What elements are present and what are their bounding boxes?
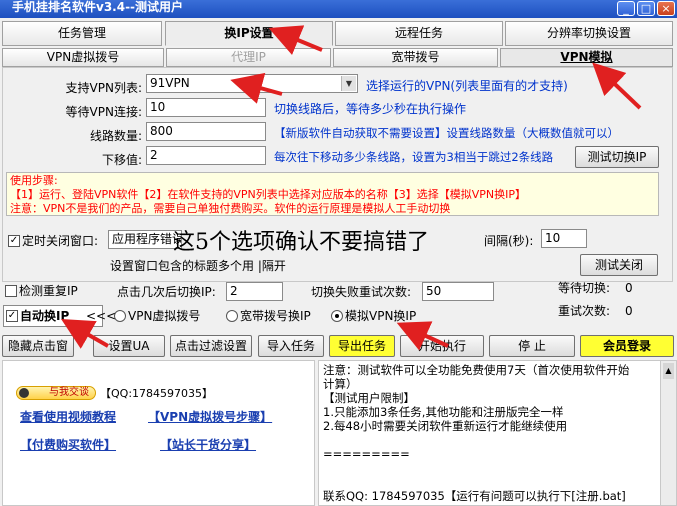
qq-chat-badge[interactable]: 与我交谈 xyxy=(16,386,96,400)
chevrons-left-icon: <<< xyxy=(86,309,117,323)
interval-label: 间隔(秒): xyxy=(484,234,534,248)
auto-ip-label: 自动换IP xyxy=(20,309,70,323)
webmaster-share-link[interactable]: 【站长干货分享】 xyxy=(160,436,256,453)
subtab-vpn-dial[interactable]: VPN虚拟拨号 xyxy=(2,48,164,67)
line-count-label: 线路数量: xyxy=(89,129,142,143)
wait-switch-value: 0 xyxy=(625,281,633,295)
radio-simulate-vpn-label: 模拟VPN换IP xyxy=(345,309,417,323)
radio-vpn-dial-label: VPN虚拟拨号 xyxy=(128,309,201,323)
fail-retry-label: 切换失败重试次数: xyxy=(311,285,412,299)
title-bar: 手机挂排名软件v3.4--测试用户 xyxy=(0,0,677,18)
radio-vpn-dial[interactable] xyxy=(114,310,126,322)
notice-warning: 注意：VPN不是我们的产品，需要自己单独付费购买。软件的运行原理是模拟人工手动切… xyxy=(10,202,451,215)
stop-button[interactable]: 停 止 xyxy=(489,335,575,357)
line-count-hint: 【新版软件自动获取不需要设置】设置线路数量（大概数值就可以） xyxy=(274,126,619,140)
step-label: 下移值: xyxy=(101,153,142,167)
usage-notice: 使用步骤: 【1】运行、登陆VPN软件【2】在软件支持的VPN列表中选择对应版本… xyxy=(6,172,659,216)
buy-software-link[interactable]: 【付费购买软件】 xyxy=(20,436,116,453)
notes-text: 注意：测试软件可以全功能免费使用7天（首次使用软件开始 计算） 【测试用户限制】… xyxy=(323,363,630,503)
test-close-button[interactable]: 测试关闭 xyxy=(580,254,658,276)
vpn-dial-steps-link[interactable]: 【VPN虚拟拨号步骤】 xyxy=(148,408,272,425)
tab-task-manager[interactable]: 任务管理 xyxy=(2,21,162,46)
export-tasks-button[interactable]: 导出任务 xyxy=(329,335,395,357)
timer-window-input[interactable]: 应用程序错误 xyxy=(108,230,182,249)
minimize-button[interactable]: _ xyxy=(617,1,635,16)
tab-remote-tasks[interactable]: 远程任务 xyxy=(335,21,503,46)
subtab-proxy-ip[interactable]: 代理IP xyxy=(166,48,331,67)
hide-click-window-button[interactable]: 隐藏点击窗 xyxy=(2,335,74,357)
wait-connect-label: 等待VPN连接: xyxy=(65,105,142,119)
close-button[interactable]: × xyxy=(657,1,675,16)
dup-ip-label: 检测重复IP xyxy=(19,284,78,298)
vpn-list-hint: 选择运行的VPN(列表里面有的才支持) xyxy=(366,79,568,93)
video-tutorial-link[interactable]: 查看使用视频教程 xyxy=(20,408,116,425)
maximize-button[interactable]: □ xyxy=(637,1,655,16)
test-switch-ip-button[interactable]: 测试切换IP xyxy=(575,146,659,168)
notes-scrollbar[interactable]: ▲ xyxy=(660,361,676,505)
import-tasks-button[interactable]: 导入任务 xyxy=(258,335,324,357)
dup-ip-checkbox[interactable] xyxy=(5,285,17,297)
notes-textarea[interactable]: 注意：测试软件可以全功能免费使用7天（首次使用软件开始 计算） 【测试用户限制】… xyxy=(318,360,677,506)
wait-connect-input[interactable]: 10 xyxy=(146,98,266,117)
qq-chat-label: 与我交谈 xyxy=(49,387,89,398)
notice-heading: 使用步骤: xyxy=(10,174,58,187)
qq-number: 【QQ:1784597035】 xyxy=(100,387,214,400)
wait-connect-hint: 切换线路后，等待多少秒在执行操作 xyxy=(274,102,467,116)
clicks-label: 点击几次后切换IP: xyxy=(117,285,216,299)
timer-close-label: 定时关闭窗口: xyxy=(22,234,99,248)
retry-count-value: 0 xyxy=(625,304,633,318)
timer-close-checkbox[interactable]: ✓ xyxy=(8,235,20,247)
contact-panel xyxy=(2,360,315,506)
window-title: 手机挂排名软件v3.4--测试用户 xyxy=(12,0,184,14)
radio-broadband-label: 宽带拨号换IP xyxy=(240,309,311,323)
retry-count-label: 重试次数: xyxy=(558,304,611,318)
wait-switch-label: 等待切换: xyxy=(558,281,611,295)
subtab-vpn-simulate[interactable]: VPN模拟 xyxy=(500,48,673,67)
clicks-input[interactable]: 2 xyxy=(226,282,283,301)
tab-ip-settings[interactable]: 换IP设置 xyxy=(165,21,333,46)
subtab-broadband-dial[interactable]: 宽带拨号 xyxy=(333,48,498,67)
scroll-up-icon[interactable]: ▲ xyxy=(663,363,674,379)
auto-ip-checkbox[interactable]: ✓ xyxy=(6,310,18,322)
member-login-button[interactable]: 会员登录 xyxy=(580,335,674,357)
vpn-list-value: 91VPN xyxy=(150,76,190,90)
chevron-down-icon[interactable]: ▼ xyxy=(341,76,356,91)
radio-broadband[interactable] xyxy=(226,310,238,322)
vpn-list-label: 支持VPN列表: xyxy=(65,81,142,95)
fail-retry-input[interactable]: 50 xyxy=(422,282,494,301)
notice-steps: 【1】运行、登陆VPN软件【2】在软件支持的VPN列表中选择对应版本的名称【3】… xyxy=(10,188,527,201)
line-count-input[interactable]: 800 xyxy=(146,122,266,141)
penguin-icon xyxy=(19,388,29,398)
tab-resolution-settings[interactable]: 分辨率切换设置 xyxy=(505,21,673,46)
set-ua-button[interactable]: 设置UA xyxy=(93,335,165,357)
step-input[interactable]: 2 xyxy=(146,146,266,165)
click-filter-button[interactable]: 点击过滤设置 xyxy=(170,335,252,357)
radio-simulate-vpn[interactable] xyxy=(331,310,343,322)
annotation-text: 这5个选项确认不要搞错了 xyxy=(173,230,429,255)
timer-hint: 设置窗口包含的标题多个用 |隔开 xyxy=(110,259,286,273)
vpn-list-select[interactable]: 91VPN ▼ xyxy=(146,74,358,93)
step-hint: 每次往下移动多少条线路，设置为3相当于跳过2条线路 xyxy=(274,150,554,164)
interval-input[interactable]: 10 xyxy=(541,229,587,248)
start-button[interactable]: 开始执行 xyxy=(400,335,484,357)
